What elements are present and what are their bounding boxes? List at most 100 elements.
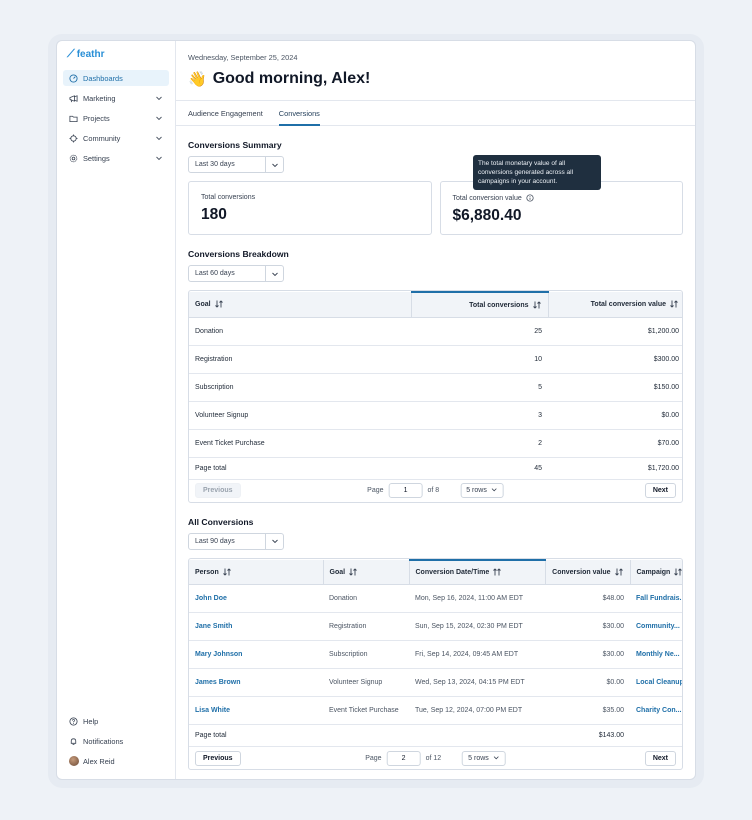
sort-icon[interactable] — [214, 300, 224, 308]
sidebar-item-dashboards[interactable]: Dashboards — [63, 70, 169, 86]
next-button[interactable]: Next — [644, 483, 676, 498]
sidebar-item-settings[interactable]: Settings — [63, 150, 169, 166]
sidebar-item-marketing[interactable]: Marketing — [63, 90, 169, 106]
sidebar-item-label: Projects — [83, 113, 110, 123]
sidebar-item-projects[interactable]: Projects — [63, 110, 169, 126]
column-header-campaign[interactable]: Campaign — [630, 559, 682, 585]
cell-value: $150.00 — [548, 373, 682, 402]
community-icon — [68, 133, 79, 144]
cell-goal: Donation — [323, 584, 409, 613]
table-row: John Doe Donation Mon, Sep 16, 2024, 11:00… — [189, 584, 682, 613]
campaign-link[interactable]: Fall Fundrais... — [630, 584, 682, 613]
sidebar-item-user[interactable]: Alex Reid — [63, 753, 169, 769]
table-row: Registration 10 $300.00 — [189, 345, 682, 374]
person-link[interactable]: James Brown — [189, 668, 323, 697]
card-label: Total conversion value — [453, 194, 671, 202]
user-name: Alex Reid — [83, 756, 115, 766]
table-row: Lisa White Event Ticket Purchase Tue, Sep … — [189, 696, 682, 725]
sort-icon[interactable] — [673, 568, 682, 576]
tab-conversions[interactable]: Conversions — [278, 101, 320, 126]
person-link[interactable]: Lisa White — [189, 696, 323, 725]
tab-bar: Audience Engagement Conversions — [176, 101, 695, 126]
sort-icon[interactable] — [222, 568, 232, 576]
cell-date: Wed, Sep 13, 2024, 04:15 PM EDT — [409, 668, 545, 697]
all-conversions-pagination: Previous Page 2 of 12 5 rows Next — [189, 747, 682, 769]
card-label-text: Total conversion value — [452, 194, 522, 202]
info-icon[interactable] — [526, 194, 534, 202]
chevron-down-icon — [491, 486, 498, 495]
sidebar-item-community[interactable]: Community — [63, 130, 169, 146]
sidebar-bottom: Help Notifications Alex Reid — [63, 713, 169, 773]
sidebar-item-label: Community — [83, 133, 121, 143]
next-button[interactable]: Next — [644, 750, 676, 766]
sort-descending-icon[interactable] — [492, 568, 502, 576]
previous-button[interactable]: Previous — [195, 750, 241, 766]
megaphone-icon — [68, 93, 79, 104]
sort-icon[interactable] — [614, 568, 624, 576]
cell-date: Sun, Sep 15, 2024, 02:30 PM EDT — [409, 612, 545, 641]
header-label: Total conversions — [469, 301, 529, 309]
column-header-total-conversions[interactable]: Total conversions — [411, 291, 549, 318]
chevron-down-icon — [155, 154, 163, 162]
page-count: of 8 — [427, 487, 440, 494]
table-row: Donation 25 $1,200.00 — [189, 317, 682, 346]
cell-date: Tue, Sep 12, 2024, 07:00 PM EDT — [409, 696, 545, 725]
cell-goal: Event Ticket Purchase — [189, 429, 411, 458]
column-header-conversion-date[interactable]: Conversion Date/Time — [409, 558, 546, 585]
sort-icon[interactable] — [669, 300, 679, 308]
campaign-link[interactable]: Charity Con... — [630, 696, 682, 725]
chevron-down-icon — [155, 114, 163, 122]
table-row: Subscription 5 $150.00 — [189, 373, 682, 402]
page-label: Page — [367, 487, 384, 494]
column-header-total-value[interactable]: Total conversion value — [548, 292, 682, 318]
all-range-select[interactable]: Last 90 days — [188, 532, 284, 550]
column-header-goal[interactable]: Goal — [323, 559, 410, 585]
page-count: of 12 — [425, 754, 442, 762]
header-label: Goal — [329, 568, 346, 576]
campaign-link[interactable]: Monthly Ne... — [630, 640, 682, 669]
gear-icon — [68, 153, 79, 164]
cell-goal: Registration — [323, 612, 409, 641]
column-header-goal[interactable]: Goal — [189, 292, 412, 318]
cell-total: 25 — [411, 317, 548, 346]
summary-range-select[interactable]: Last 30 days — [188, 156, 284, 173]
previous-button[interactable]: Previous — [195, 483, 241, 498]
breakdown-range-select[interactable]: Last 60 days — [188, 265, 284, 282]
column-header-person[interactable]: Person — [189, 559, 324, 585]
card-value: 180 — [201, 206, 227, 223]
person-link[interactable]: Jane Smith — [189, 612, 323, 641]
sidebar-item-label: Marketing — [83, 93, 116, 103]
page-input[interactable]: 2 — [386, 750, 421, 766]
sort-icon[interactable] — [532, 301, 542, 309]
rows-per-page-select[interactable]: 5 rows — [460, 483, 504, 498]
person-link[interactable]: John Doe — [189, 584, 323, 613]
main-content: Wednesday, September 25, 2024 👋 Good mor… — [176, 41, 695, 779]
rows-per-page-select[interactable]: 5 rows — [462, 750, 506, 766]
cell-goal: Event Ticket Purchase — [323, 696, 409, 725]
chevron-down-icon — [155, 134, 163, 142]
bell-icon — [68, 736, 79, 747]
tab-audience-engagement[interactable]: Audience Engagement — [188, 101, 263, 125]
chevron-down-icon — [493, 754, 500, 763]
feathr-logo[interactable]: ⟋ feathr — [63, 48, 169, 60]
page-total-row: Page total 45 $1,720.00 — [189, 457, 682, 480]
all-conversions-title: All Conversions — [188, 516, 254, 527]
page-input[interactable]: 1 — [388, 483, 423, 498]
cell-label: Page total — [189, 724, 323, 747]
current-date: Wednesday, September 25, 2024 — [188, 53, 298, 62]
cell-value: $35.00 — [545, 696, 630, 725]
sidebar-item-help[interactable]: Help — [63, 713, 169, 729]
cell-total: 2 — [411, 429, 548, 458]
cell-total: 45 — [411, 457, 548, 480]
campaign-link[interactable]: Local Cleanup — [630, 668, 682, 697]
cell-goal: Subscription — [323, 640, 409, 669]
person-link[interactable]: Mary Johnson — [189, 640, 323, 669]
select-value: Last 30 days — [195, 161, 235, 168]
sort-icon[interactable] — [348, 568, 358, 576]
column-header-conversion-value[interactable]: Conversion value — [545, 559, 631, 585]
table-row: Volunteer Signup 3 $0.00 — [189, 401, 682, 430]
sidebar-item-notifications[interactable]: Notifications — [63, 733, 169, 749]
campaign-link[interactable]: Community... — [630, 612, 682, 641]
cell-goal: Volunteer Signup — [323, 668, 409, 697]
cell-value: $48.00 — [545, 584, 630, 613]
